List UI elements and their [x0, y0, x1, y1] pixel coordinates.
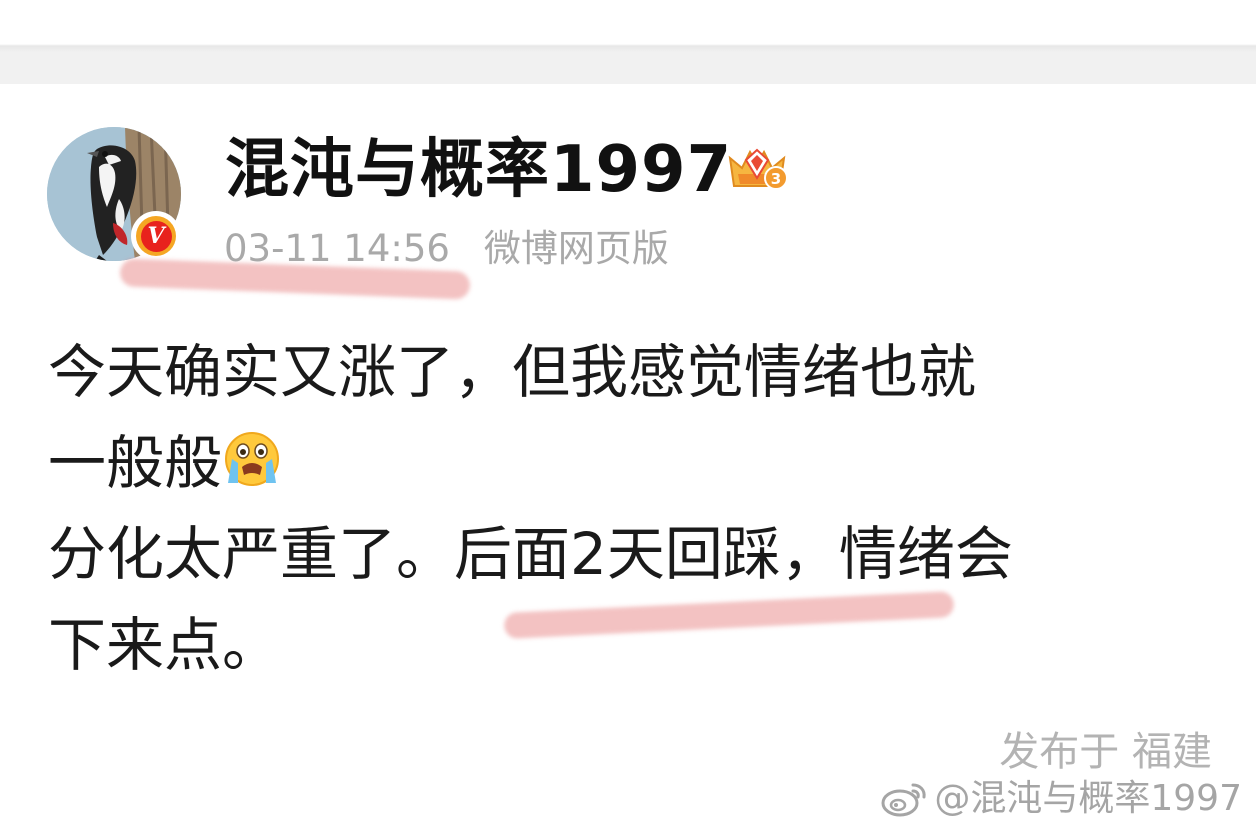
post-source[interactable]: 微博网页版 — [484, 227, 669, 270]
verified-badge: V — [131, 211, 181, 261]
post-body: 今天确实又涨了，但我感觉情绪也就 一般般 分化太严重了。后面2天回踩，情绪会 下… — [48, 327, 1228, 691]
verified-v-icon: V — [140, 220, 172, 252]
top-separator-band — [0, 0, 1256, 84]
level-number: 3 — [771, 170, 781, 188]
post-location: 发布于 福建 — [999, 729, 1212, 775]
post-text-line: 分化太严重了。后面2天回踩，情绪会 — [48, 520, 1013, 588]
author-name[interactable]: 混沌与概率1997 — [225, 132, 732, 208]
post-card: V 混沌与概率1997 3 03-11 14:56 微博网页版 今天确实又涨了，但… — [0, 84, 1256, 832]
post-text-line: 一般般 — [48, 429, 223, 497]
post-timestamp: 03-11 14:56 — [224, 227, 450, 270]
post-text-line-with-emoji: 一般般 — [48, 418, 1228, 509]
post-text-line: 下来点。 — [48, 611, 281, 679]
crown-level-badge-icon[interactable]: 3 — [724, 144, 790, 194]
post-text-line: 今天确实又涨了，但我感觉情绪也就 — [48, 338, 977, 406]
crying-face-emoji-icon — [225, 432, 280, 486]
post-meta: 03-11 14:56 微博网页版 — [224, 226, 669, 272]
watermark: @混沌与概率1997 — [880, 777, 1242, 821]
weibo-logo-icon — [881, 783, 926, 817]
watermark-text: @混沌与概率1997 — [934, 778, 1242, 819]
